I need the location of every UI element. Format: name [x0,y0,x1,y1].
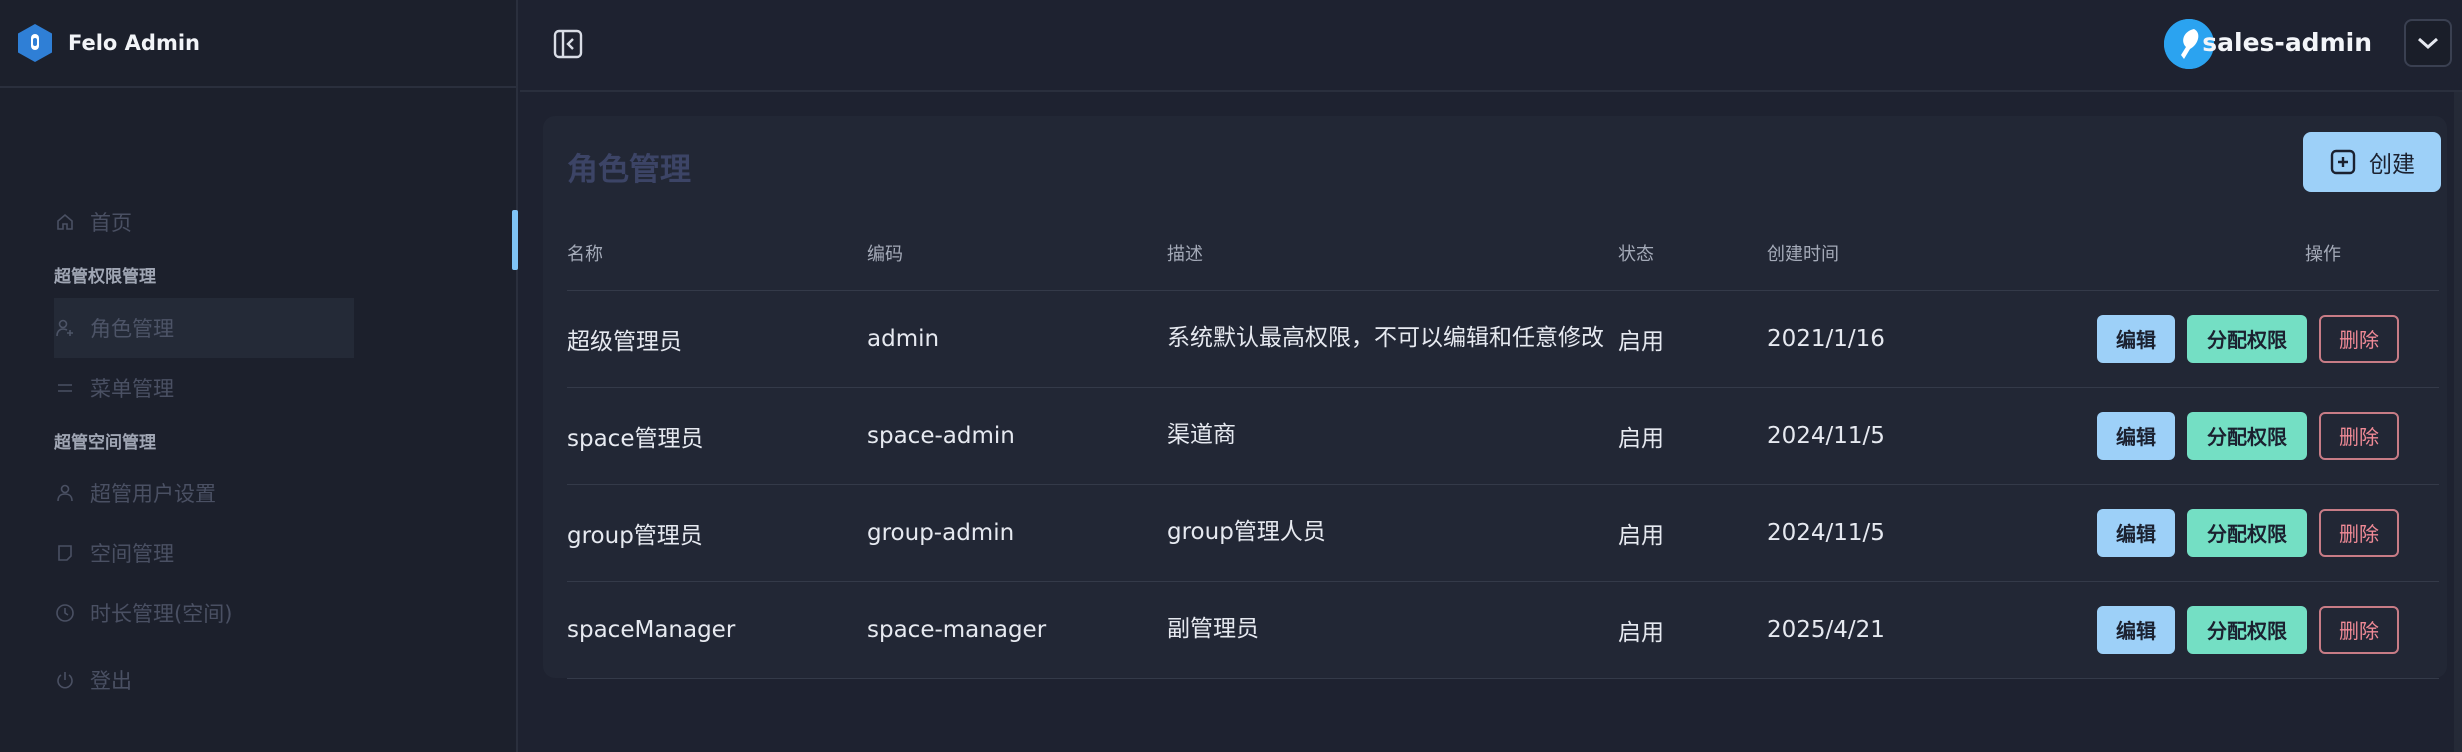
cell-actions: 编辑 分配权限 删除 [2067,290,2439,388]
cell-description: 副管理员 [1167,581,1618,679]
cell-created-time: 2024/11/5 [1767,387,2067,485]
cell-actions: 编辑 分配权限 删除 [2067,484,2439,582]
sidebar-toggle-icon [553,29,583,59]
clock-icon [54,602,76,624]
home-icon [54,211,76,233]
active-indicator [512,210,518,270]
user-icon [54,482,76,504]
cell-code: admin [867,290,1167,388]
bookmark-icon [54,542,76,564]
sidebar-item-space-management[interactable]: 空间管理 [54,523,354,583]
delete-button[interactable]: 删除 [2319,508,2399,557]
cell-created-time: 2024/11/5 [1767,484,2067,582]
cell-actions: 编辑 分配权限 删除 [2067,387,2439,485]
column-header-created-time: 创建时间 [1767,216,2067,291]
chevron-down-icon [2418,37,2438,50]
assign-permissions-button[interactable]: 分配权限 [2187,314,2307,363]
sidebar-item-menu-management[interactable]: 菜单管理 [54,358,354,418]
cell-status: 启用 [1618,581,1767,679]
column-header-description: 描述 [1167,216,1618,291]
cell-description: 渠道商 [1167,387,1618,485]
sidebar-item-home[interactable]: 首页 [54,192,354,252]
table-row: 超级管理员 admin 系统默认最高权限，不可以编辑和任意修改 启用 2021/… [567,290,2439,388]
table-row: group管理员 group-admin group管理人员 启用 2024/1… [567,484,2439,582]
cell-status: 启用 [1618,387,1767,485]
edit-button[interactable]: 编辑 [2097,605,2175,654]
username[interactable]: sales-admin [2202,28,2372,57]
sidebar-item-user-settings[interactable]: 超管用户设置 [54,463,354,523]
power-icon [54,669,76,691]
column-header-status: 状态 [1618,216,1767,291]
cell-name: space管理员 [567,387,867,485]
user-plus-icon [54,317,76,339]
user-menu-dropdown-button[interactable] [2404,19,2452,67]
sidebar-item-label: 超管用户设置 [90,482,216,506]
sidebar-collapse-button[interactable] [552,28,584,60]
edit-button[interactable]: 编辑 [2097,508,2175,557]
cell-created-time: 2021/1/16 [1767,290,2067,388]
column-header-name: 名称 [567,216,867,291]
column-header-code: 编码 [867,216,1167,291]
sidebar-item-logout[interactable]: 登出 [54,650,354,710]
edit-button[interactable]: 编辑 [2097,411,2175,460]
page-title: 角色管理 [567,152,691,188]
assign-permissions-button[interactable]: 分配权限 [2187,605,2307,654]
menu-lines-icon [54,377,76,399]
felo-logo-icon [18,24,52,62]
role-management-card: 角色管理 创建 名称 编码 描述 状态 创建时间 操作 超级管理员 admin … [543,116,2447,679]
delete-button[interactable]: 删除 [2319,605,2399,654]
sidebar-item-label: 登出 [90,669,132,693]
cell-name: 超级管理员 [567,290,867,388]
cell-created-time: 2025/4/21 [1767,581,2067,679]
add-square-icon [2330,149,2356,175]
sidebar-group-permissions: 超管权限管理 [54,267,156,287]
cell-code: space-manager [867,581,1167,679]
sidebar-item-label: 首页 [90,211,132,235]
brand-name: Felo Admin [68,31,200,55]
cell-name: group管理员 [567,484,867,582]
delete-button[interactable]: 删除 [2319,314,2399,363]
cell-description: 系统默认最高权限，不可以编辑和任意修改 [1167,290,1618,388]
cell-code: space-admin [867,387,1167,485]
table-row: spaceManager space-manager 副管理员 启用 2025/… [567,581,2439,679]
assign-permissions-button[interactable]: 分配权限 [2187,508,2307,557]
sidebar-item-duration-management[interactable]: 时长管理(空间) [54,583,354,643]
cell-status: 启用 [1618,484,1767,582]
sidebar-item-label: 菜单管理 [90,377,174,401]
table-row: space管理员 space-admin 渠道商 启用 2024/11/5 编辑… [567,387,2439,485]
create-button[interactable]: 创建 [2303,132,2441,192]
cell-code: group-admin [867,484,1167,582]
sidebar-item-label: 角色管理 [90,317,174,341]
cell-status: 启用 [1618,290,1767,388]
top-header: sales-admin [520,0,2462,92]
assign-permissions-button[interactable]: 分配权限 [2187,411,2307,460]
roles-table: 名称 编码 描述 状态 创建时间 操作 超级管理员 admin 系统默认最高权限… [567,216,2439,679]
brand[interactable]: Felo Admin [0,0,516,88]
create-button-label: 创建 [2369,152,2415,178]
cell-actions: 编辑 分配权限 删除 [2067,581,2439,679]
sidebar: Felo Admin 首页 超管权限管理 角色管理 菜单管理 超管空间管理 超管… [0,0,518,752]
cell-description: group管理人员 [1167,484,1618,582]
sidebar-group-space: 超管空间管理 [54,433,156,453]
sidebar-item-role-management[interactable]: 角色管理 [54,298,354,358]
delete-button[interactable]: 删除 [2319,411,2399,460]
table-header-row: 名称 编码 描述 状态 创建时间 操作 [567,216,2439,291]
sidebar-item-label: 空间管理 [90,542,174,566]
scrollbar-track[interactable] [2454,92,2462,752]
edit-button[interactable]: 编辑 [2097,314,2175,363]
column-header-actions: 操作 [2067,216,2439,291]
sidebar-item-label: 时长管理(空间) [90,602,233,626]
cell-name: spaceManager [567,581,867,679]
